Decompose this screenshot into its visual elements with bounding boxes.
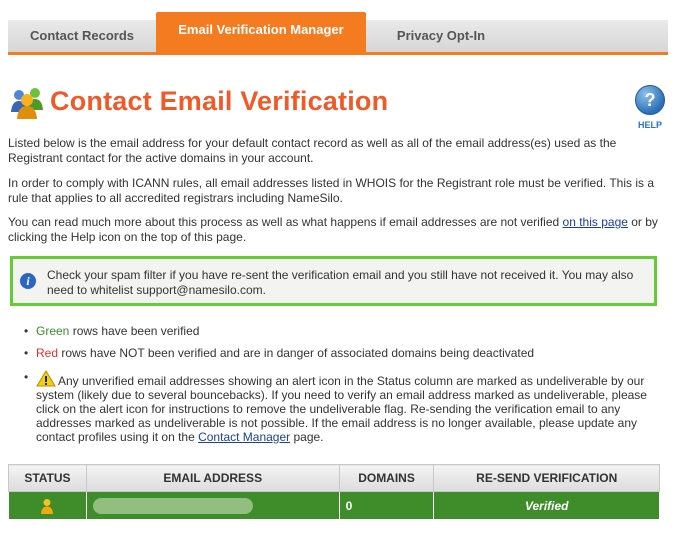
domains-cell: 0 xyxy=(338,491,435,520)
legend-warning-text: Any unverified email addresses showing a… xyxy=(36,374,647,444)
header-status: STATUS xyxy=(8,464,87,492)
legend-green-word: Green xyxy=(36,324,70,338)
tab-email-verification-manager[interactable]: Email Verification Manager xyxy=(156,12,366,52)
header-domains: DOMAINS xyxy=(338,464,435,492)
redacted-email xyxy=(92,497,253,514)
tab-privacy-opt-in[interactable]: Privacy Opt-In xyxy=(366,20,516,52)
tab-contact-records[interactable]: Contact Records xyxy=(8,20,156,52)
warning-icon xyxy=(36,370,56,387)
info-icon: i xyxy=(20,273,36,289)
intro-p3-text: You can read much more about this proces… xyxy=(8,215,563,229)
intro-paragraph-3: You can read much more about this proces… xyxy=(8,215,666,245)
help-icon[interactable]: ? xyxy=(635,85,665,115)
legend-green: Green rows have been verified xyxy=(24,324,656,338)
header-resend-verification: RE-SEND VERIFICATION xyxy=(433,464,660,492)
legend-red-word: Red xyxy=(36,346,59,360)
verification-table: STATUS EMAIL ADDRESS DOMAINS RE-SEND VER… xyxy=(8,464,660,520)
user-icon xyxy=(41,498,54,514)
legend-red: Red rows have NOT been verified and are … xyxy=(24,346,656,360)
help-button[interactable]: ? HELP xyxy=(633,85,667,130)
contact-manager-link[interactable]: Contact Manager xyxy=(198,430,290,444)
legend-warning: Any unverified email addresses showing a… xyxy=(24,370,656,444)
legend-red-text: rows have NOT been verified and are in d… xyxy=(58,346,535,360)
resend-cell: Verified xyxy=(433,491,660,520)
on-this-page-link[interactable]: on this page xyxy=(563,215,628,229)
legend-warning-text-end: page. xyxy=(290,430,324,444)
intro-paragraph-1: Listed below is the email address for yo… xyxy=(8,136,617,165)
tab-bar: Contact Records Email Verification Manag… xyxy=(8,12,668,55)
page-title: Contact Email Verification xyxy=(50,86,389,116)
header-email-address: EMAIL ADDRESS xyxy=(85,464,340,492)
table-header-row: STATUS EMAIL ADDRESS DOMAINS RE-SEND VER… xyxy=(8,464,660,492)
legend-green-text: rows have been verified xyxy=(69,324,200,338)
legend-list: Green rows have been verified Red rows h… xyxy=(24,316,656,444)
users-icon xyxy=(11,88,43,119)
table-row: 0 Verified xyxy=(8,491,660,520)
help-label[interactable]: HELP xyxy=(633,120,667,130)
intro-paragraph-2: In order to comply with ICANN rules, all… xyxy=(8,176,655,205)
email-cell xyxy=(85,491,340,520)
spam-notice: i Check your spam filter if you have re-… xyxy=(10,256,657,306)
status-cell xyxy=(8,491,87,520)
notice-text: Check your spam filter if you have re-se… xyxy=(47,268,634,297)
